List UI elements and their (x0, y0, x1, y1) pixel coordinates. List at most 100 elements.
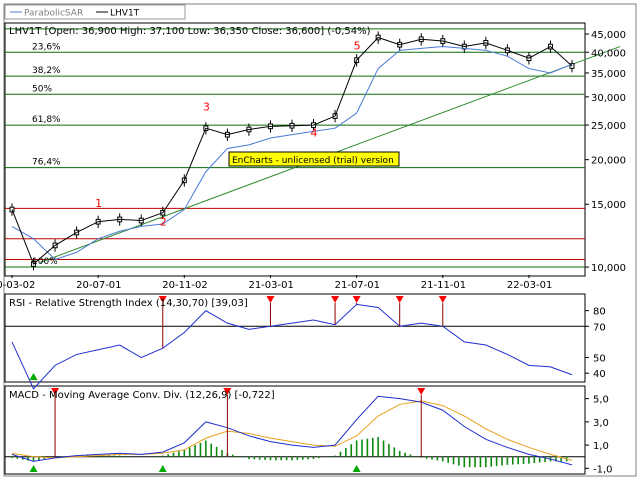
macd-hist-bar (307, 456, 309, 460)
legend: ParabolicSAR LHV1T (4, 4, 186, 20)
macd-sell-marker (417, 388, 426, 395)
macd-hist-bar (420, 456, 423, 458)
macd-hist-bar (285, 456, 288, 461)
rsi-series (11, 296, 573, 390)
fib-label: 23,6% (32, 42, 61, 52)
chart-window: 45,000 40,000 35,000 30,000 25,000 20,000 15,0… (0, 0, 640, 480)
macd-hist-bar (275, 456, 277, 461)
legend-sar-label: ParabolicSAR (24, 9, 83, 19)
price-ytick-label: 10,000 (591, 263, 626, 274)
wave-label: 4 (311, 126, 318, 139)
macd-hist-bar (237, 456, 239, 457)
macd-line (11, 395, 573, 466)
macd-hist-bar (161, 455, 164, 457)
macd-hist-bar (334, 455, 336, 457)
macd-hist-bar (301, 456, 304, 460)
macd-hist-bar (280, 456, 283, 461)
macd-hist-bar (425, 456, 428, 459)
price-ytick-label: 35,000 (591, 69, 626, 80)
macd-hist-bar (118, 455, 121, 457)
macd-hist-bar (188, 447, 191, 457)
macd-hist-bar (431, 456, 433, 460)
macd-hist-bar (151, 456, 153, 457)
rsi-header: RSI - Relative Strength Index (14,30,70)… (9, 298, 248, 309)
macd-buy-marker (29, 465, 38, 472)
wave-label: 1 (95, 197, 102, 210)
macd-hist-bar (264, 456, 266, 460)
macd-hist-bar (452, 456, 455, 465)
macd-hist-bar (485, 456, 487, 468)
macd-hist-bar (538, 456, 541, 463)
rsi-ytick-label: 70 (593, 322, 606, 333)
macd-hist-bar (345, 448, 347, 457)
macd-hist-bar (366, 438, 369, 457)
macd-hist-bar (205, 440, 207, 457)
macd-signal-line (11, 400, 573, 461)
macd-hist-bar (199, 442, 202, 457)
macd-hist-bar (16, 456, 19, 459)
macd-hist-bar (291, 456, 293, 461)
macd-hist-bar (312, 456, 315, 460)
macd-hist-bar (11, 456, 13, 458)
macd-hist-bar (436, 456, 439, 461)
rsi-ytick-label: 50 (593, 354, 606, 365)
price-xtick-label: 22-03-01 (507, 280, 552, 291)
price-xtick-label: 20-03-02 (0, 280, 35, 291)
macd-hist-bar (463, 456, 466, 468)
price-header: LHV1T [Open: 36,900 High: 37,100 Low: 36… (9, 26, 371, 37)
chart-canvas: 45,00040,00035,00030,00025,00020,00015,0… (0, 3, 637, 477)
rsi-sell-marker (395, 296, 404, 303)
fib-label: 50% (32, 84, 52, 94)
chart-labels: 45,00040,00035,00030,00025,00020,00015,0… (0, 30, 626, 475)
price-xtick-label: 20-11-02 (162, 280, 207, 291)
fib-label: 76,4% (32, 158, 61, 168)
macd-header: MACD - Moving Average Conv. Div. (12,26,… (9, 390, 275, 401)
macd-hist-bar (447, 456, 449, 463)
rsi-line (11, 303, 573, 390)
macd-hist-bar (441, 456, 444, 462)
fib-label: 61,8% (32, 115, 61, 125)
price-plot-frame (4, 22, 586, 277)
macd-hist-bar (501, 456, 503, 466)
macd-hist-bar (479, 456, 482, 468)
price-ytick-label: 25,000 (591, 121, 626, 132)
price-xtick-label: 21-07-01 (335, 280, 380, 291)
macd-hist-bar (371, 437, 374, 457)
macd-hist-bar (350, 444, 353, 457)
price-series (9, 31, 575, 271)
rsi-ytick-label: 80 (593, 307, 606, 318)
macd-hist-bar (318, 456, 320, 459)
outer-frame (3, 3, 637, 477)
macd-hist-bar (355, 440, 358, 457)
macd-hist-bar (194, 445, 196, 457)
macd-buy-marker (352, 465, 361, 472)
macd-hist-bar (533, 456, 536, 464)
rsi-sell-marker (331, 296, 340, 303)
macd-ytick-label: 1,0 (593, 441, 609, 452)
macd-hist-bar (231, 454, 234, 457)
macd-hist-bar (474, 456, 476, 468)
watermark: EnCharts - unlicensed (trial) version (228, 151, 400, 167)
price-ytick-label: 20,000 (591, 156, 626, 167)
macd-hist-bar (113, 455, 116, 457)
macd-hist-bar (393, 447, 396, 457)
macd-hist-bar (221, 450, 223, 457)
macd-hist-bar (409, 454, 412, 457)
price-ytick-label: 15,000 (591, 200, 626, 211)
macd-ytick-label: 3,0 (593, 418, 609, 429)
rsi-sell-marker (352, 296, 361, 303)
wave-label: 5 (354, 40, 361, 53)
macd-hist-bar (468, 456, 471, 468)
macd-hist-bar (339, 451, 342, 457)
fib-label: 38,2% (32, 66, 61, 76)
fib-label: 100% (32, 257, 58, 267)
macd-hist-bar (178, 451, 180, 457)
macd-hist-bar (129, 456, 132, 457)
macd-ytick-label: 5,0 (593, 395, 609, 406)
watermark-text: EnCharts - unlicensed (trial) version (232, 156, 394, 166)
price-xtick-label: 21-11-01 (421, 280, 466, 291)
macd-hist-bar (528, 456, 530, 464)
price-ytick-label: 40,000 (591, 48, 626, 59)
macd-hist-bar (269, 456, 272, 461)
macd-hist-bar (458, 456, 460, 466)
